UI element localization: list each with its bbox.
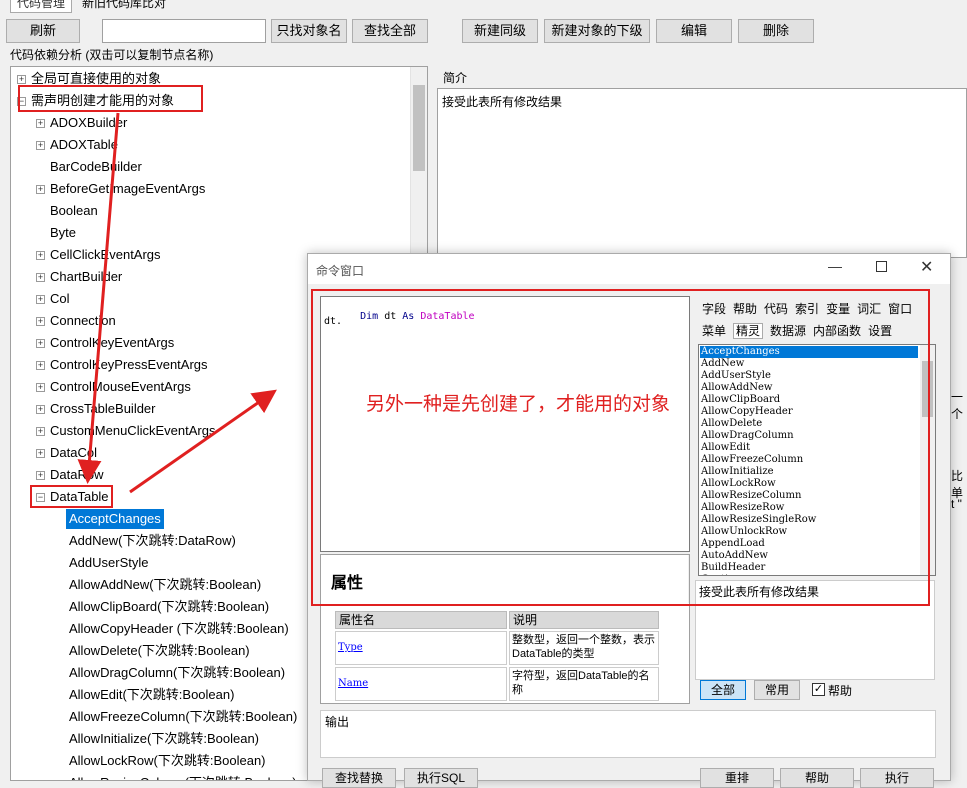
arrow-right [129, 389, 277, 494]
annotation-arrows [77, 112, 277, 494]
arrow-down [77, 112, 120, 484]
